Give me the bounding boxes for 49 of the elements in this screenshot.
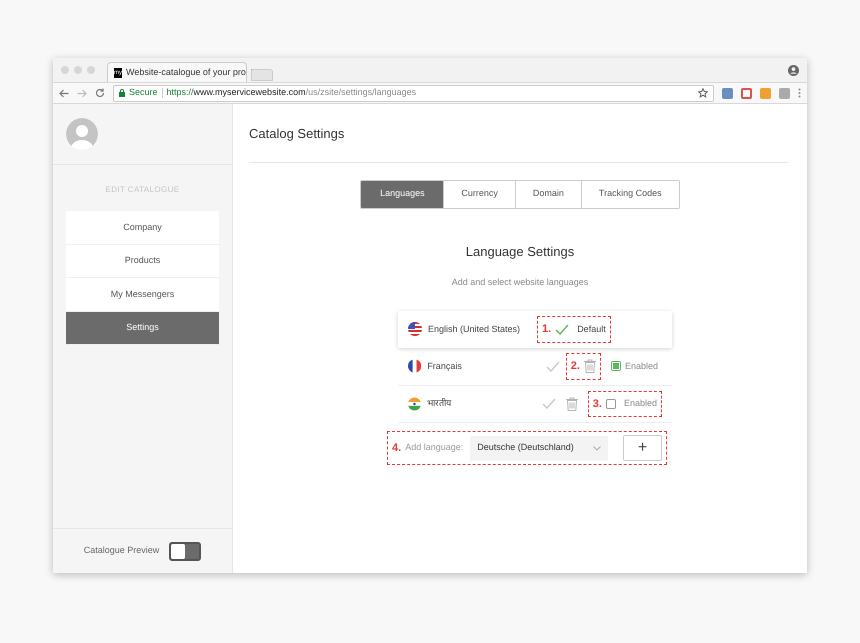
menu-icon[interactable] <box>798 88 801 98</box>
settings-tab[interactable]: Languages <box>361 180 444 208</box>
flag-icon <box>408 322 422 336</box>
sidebar-item[interactable]: Settings <box>66 312 219 345</box>
enabled-checkbox[interactable] <box>610 361 621 372</box>
callout-number: 1. <box>542 322 552 337</box>
check-icon[interactable] <box>542 398 556 410</box>
callout-number: 4. <box>392 440 402 456</box>
section-subtitle: Add and select website languages <box>450 276 590 289</box>
settings-tab[interactable]: Tracking Codes <box>580 180 679 208</box>
extension-icon[interactable] <box>760 88 771 98</box>
url-text: https://www.myservicewebsite.com/us/zsite/settings/languages <box>166 86 416 100</box>
section-title: Language Settings <box>464 242 576 261</box>
reload-icon[interactable] <box>95 88 105 98</box>
add-language-label: Add language: <box>405 441 464 454</box>
language-name: English (United States) <box>428 322 522 336</box>
profile-icon[interactable] <box>788 64 799 76</box>
preview-label: Catalogue Preview <box>84 544 160 558</box>
avatar-icon <box>66 118 98 150</box>
flag-icon <box>408 396 421 411</box>
new-tab-button[interactable] <box>251 69 273 81</box>
callout-number: 2. <box>570 359 580 374</box>
chevron-down-icon <box>593 446 602 450</box>
trash-icon[interactable] <box>566 396 578 411</box>
default-label: Default <box>577 322 606 336</box>
check-icon[interactable] <box>546 360 560 372</box>
tab-title: Website-catalogue of your pro <box>126 66 246 79</box>
secure-label: Secure <box>129 86 158 100</box>
page-title: Catalog Settings <box>249 125 346 143</box>
enabled-checkbox[interactable] <box>606 398 616 409</box>
language-select[interactable]: Deutsche (Deutschland) <box>470 436 608 460</box>
check-icon[interactable] <box>555 324 570 335</box>
back-icon[interactable] <box>59 88 69 98</box>
language-name: भारतीय <box>426 397 452 410</box>
extension-icon[interactable] <box>741 88 752 98</box>
trash-icon[interactable] <box>584 359 596 374</box>
extension-icon[interactable] <box>779 88 790 98</box>
language-name: Français <box>427 360 463 373</box>
star-icon[interactable] <box>698 88 708 98</box>
extension-icon[interactable] <box>722 88 733 98</box>
forward-icon[interactable] <box>77 88 87 98</box>
address-bar[interactable]: Secure https://www.myservicewebsite.com/us/zsite/settings/languages <box>113 84 714 102</box>
preview-toggle[interactable] <box>169 542 202 560</box>
callout-number: 3. <box>592 396 602 412</box>
enabled-label: Enabled <box>624 360 658 372</box>
add-button[interactable]: + <box>623 435 662 461</box>
flag-icon <box>408 359 422 374</box>
enabled-label: Enabled <box>624 397 657 410</box>
lock-icon <box>119 89 125 97</box>
